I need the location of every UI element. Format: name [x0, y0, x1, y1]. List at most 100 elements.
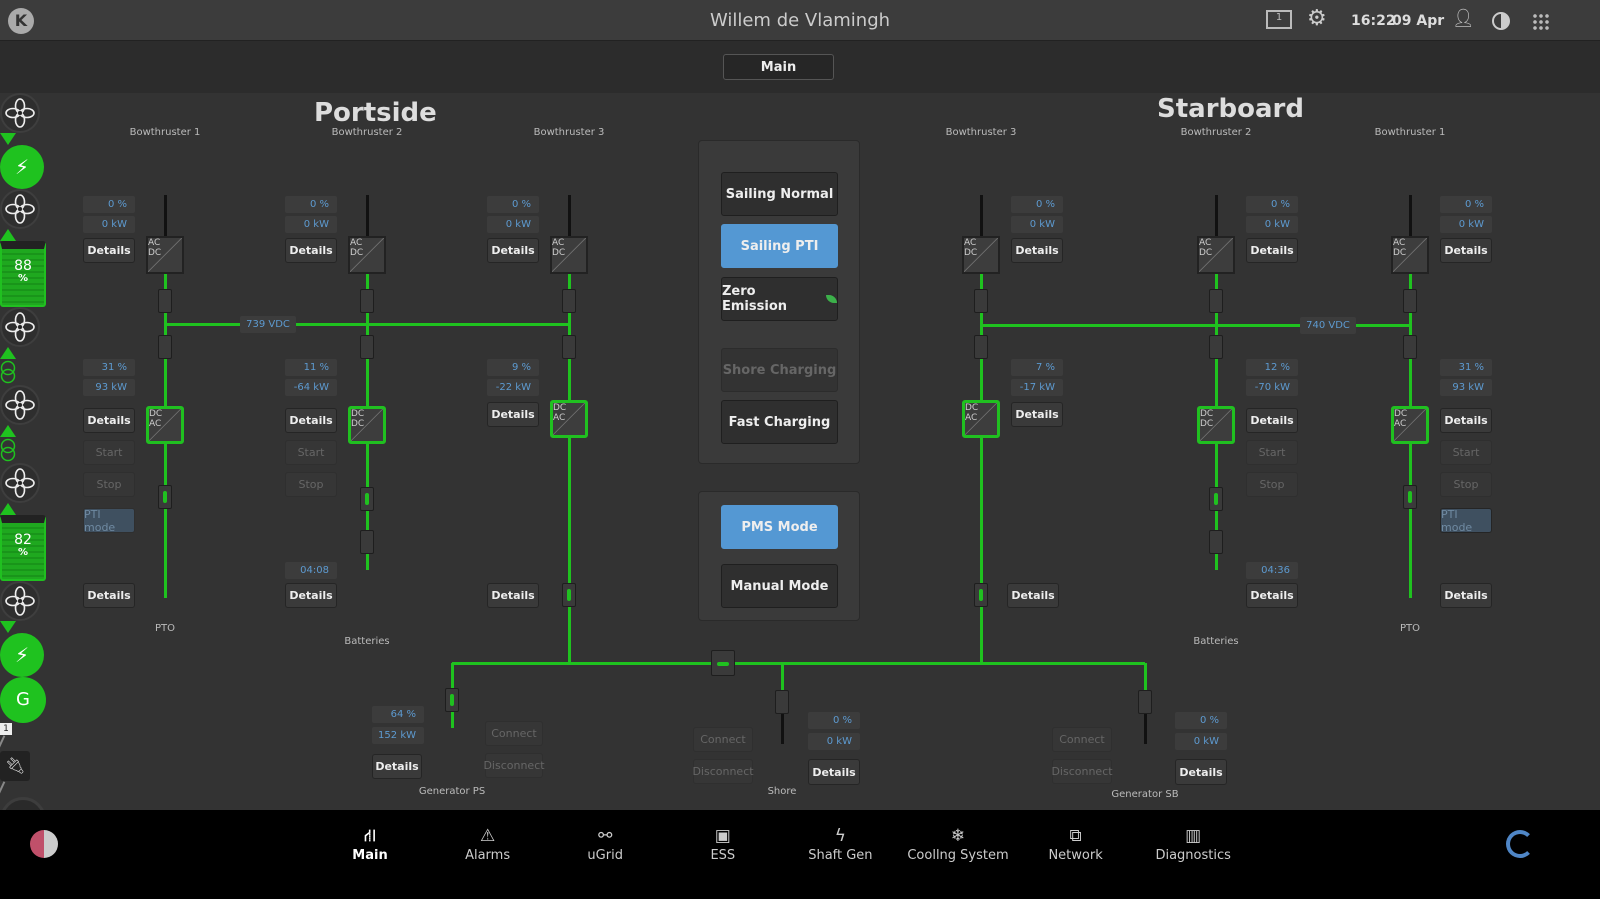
pto-motor-icon[interactable]: ⚡	[0, 633, 44, 677]
stop-button[interactable]: Stop	[1440, 472, 1492, 497]
disconnect-button[interactable]: Disconnect	[1051, 759, 1113, 784]
converter-ac-dc[interactable]: AC DC	[962, 236, 1000, 274]
connect-button[interactable]: Connect	[1052, 727, 1112, 752]
tab-main[interactable]: Main	[723, 54, 834, 80]
bowthruster-fan-icon[interactable]	[0, 189, 40, 229]
mode-button-sailing-normal[interactable]: Sailing Normal	[721, 172, 838, 216]
start-button[interactable]: Start	[1246, 440, 1298, 465]
apps-grid-icon[interactable]	[1532, 13, 1549, 30]
breaker[interactable]	[360, 335, 374, 359]
battery-pack[interactable]: 82%	[0, 515, 46, 581]
nav-ess[interactable]: ▣ ESS	[668, 826, 778, 863]
nav-main[interactable]: ⛙ Main	[315, 826, 425, 863]
stop-button[interactable]: Stop	[83, 472, 135, 497]
thruster-details-button[interactable]: Details	[83, 238, 135, 263]
bowthruster-fan-icon[interactable]	[0, 307, 40, 347]
breaker[interactable]	[445, 688, 459, 712]
start-button[interactable]: Start	[285, 440, 337, 465]
disconnect-button[interactable]: Disconnect	[483, 753, 545, 778]
bowthruster-fan-icon[interactable]	[0, 385, 40, 425]
breaker[interactable]	[158, 289, 172, 313]
breaker[interactable]	[1209, 335, 1223, 359]
bowthruster-fan-icon[interactable]	[0, 581, 40, 621]
breaker[interactable]	[562, 289, 576, 313]
mode-button-fast-charging[interactable]: Fast Charging	[721, 400, 838, 444]
pti-mode-button[interactable]: PTI mode	[1440, 508, 1492, 534]
pto-motor-icon[interactable]: ⚡	[0, 145, 44, 189]
converter-dc-ac[interactable]: DC AC	[962, 400, 1000, 438]
breaker[interactable]	[974, 335, 988, 359]
nav-coollng-system[interactable]: ❄ Coollng System	[903, 826, 1013, 863]
breaker[interactable]	[1403, 289, 1417, 313]
contrast-icon[interactable]	[1492, 12, 1510, 30]
thruster-details-button[interactable]: Details	[1246, 238, 1298, 263]
user-icon[interactable]: 👤︎	[1452, 8, 1475, 29]
connect-button[interactable]: Connect	[693, 727, 753, 752]
thruster-details-button[interactable]: Details	[487, 238, 539, 263]
converter-dc-ac[interactable]: DC AC	[146, 406, 184, 444]
converter-details-button[interactable]: Details	[1246, 408, 1298, 433]
battery-details-button[interactable]: Details	[285, 583, 337, 608]
thruster-details-button[interactable]: Details	[1440, 238, 1492, 263]
converter-ac-dc[interactable]: AC DC	[550, 236, 588, 274]
battery-details-button[interactable]: Details	[1246, 583, 1298, 608]
mode-button-zero-emission[interactable]: Zero Emission	[721, 277, 838, 321]
mode-button-pms-mode[interactable]: PMS Mode	[721, 505, 838, 549]
shore-details-button[interactable]: Details	[808, 759, 860, 785]
breaker[interactable]	[1138, 690, 1152, 714]
start-button[interactable]: Start	[1440, 440, 1492, 465]
mode-button-shore-charging[interactable]: Shore Charging	[721, 348, 838, 392]
breaker[interactable]	[1209, 289, 1223, 313]
breaker[interactable]	[360, 289, 374, 313]
breaker[interactable]	[1209, 487, 1223, 511]
breaker[interactable]	[158, 485, 172, 509]
breaker[interactable]	[974, 583, 988, 607]
breaker[interactable]	[158, 335, 172, 359]
breaker[interactable]	[562, 335, 576, 359]
converter-dc-ac[interactable]: DC AC	[550, 400, 588, 438]
converter-ac-dc[interactable]: AC DC	[348, 236, 386, 274]
generator-details-button[interactable]: Details	[372, 754, 422, 779]
stop-button[interactable]: Stop	[1246, 472, 1298, 497]
thruster-details-button[interactable]: Details	[285, 238, 337, 263]
converter-ac-dc[interactable]: AC DC	[1197, 236, 1235, 274]
converter-dc-dc[interactable]: DC DC	[1197, 406, 1235, 444]
breaker[interactable]	[360, 530, 374, 554]
converter-details-button[interactable]: Details	[1011, 402, 1063, 427]
breaker[interactable]	[1209, 530, 1223, 554]
converter-dc-dc[interactable]: DC DC	[348, 406, 386, 444]
converter-details-button[interactable]: Details	[1440, 408, 1492, 433]
shore-plug-icon[interactable]: 🔌︎	[0, 751, 30, 781]
monitor-icon[interactable]: 1	[1266, 10, 1292, 29]
breaker[interactable]	[974, 289, 988, 313]
disconnect-button[interactable]: Disconnect	[692, 759, 754, 784]
nav-alarms[interactable]: ⚠ Alarms	[433, 826, 543, 863]
breaker[interactable]	[1403, 485, 1417, 509]
thruster-details-button[interactable]: Details	[1011, 238, 1063, 263]
breaker[interactable]	[1403, 335, 1417, 359]
breaker[interactable]	[360, 487, 374, 511]
settings-gear-icon[interactable]: ⚙	[1307, 6, 1327, 31]
ac-feeder-details-button[interactable]: Details	[1007, 583, 1059, 608]
nav-diagnostics[interactable]: ▥ Diagnostics	[1138, 826, 1248, 863]
pto-details-button[interactable]: Details	[1440, 583, 1492, 608]
pto-details-button[interactable]: Details	[83, 583, 135, 608]
generator-ps-icon[interactable]: G	[0, 677, 46, 723]
pti-mode-button[interactable]: PTI mode	[83, 508, 135, 534]
bowthruster-fan-icon[interactable]	[0, 93, 40, 133]
converter-details-button[interactable]: Details	[487, 402, 539, 427]
converter-ac-dc[interactable]: AC DC	[146, 236, 184, 274]
nav-network[interactable]: ⧉ Network	[1021, 826, 1131, 863]
mode-button-manual-mode[interactable]: Manual Mode	[721, 564, 838, 608]
stop-button[interactable]: Stop	[285, 472, 337, 497]
mode-button-sailing-pti[interactable]: Sailing PTI	[721, 224, 838, 268]
breaker[interactable]	[562, 583, 576, 607]
nav-ugrid[interactable]: ⚯ uGrid	[550, 826, 660, 863]
ac-feeder-details-button[interactable]: Details	[487, 583, 539, 608]
connect-button[interactable]: Connect	[485, 721, 543, 746]
converter-details-button[interactable]: Details	[83, 408, 135, 433]
nav-shaft-gen[interactable]: ϟ Shaft Gen	[785, 826, 895, 863]
converter-dc-ac[interactable]: DC AC	[1391, 406, 1429, 444]
converter-details-button[interactable]: Details	[285, 408, 337, 433]
converter-ac-dc[interactable]: AC DC	[1391, 236, 1429, 274]
